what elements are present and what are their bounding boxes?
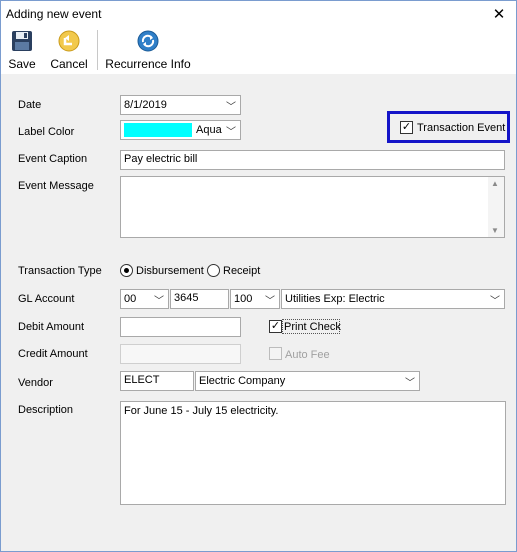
scroll-down-icon[interactable]: ▼ <box>491 226 499 235</box>
disbursement-radio[interactable] <box>120 264 133 277</box>
debit-amount-label: Debit Amount <box>18 321 85 333</box>
gl-account-label: GL Account <box>18 293 75 305</box>
event-caption-input[interactable]: Pay electric bill <box>120 150 505 170</box>
date-label: Date <box>18 99 42 111</box>
label-color-select[interactable]: Aqua ﹀ <box>120 120 241 140</box>
chevron-down-icon: ﹀ <box>226 127 236 138</box>
color-swatch <box>124 123 192 137</box>
close-button[interactable]: ✕ <box>482 1 516 28</box>
receipt-radio[interactable] <box>207 264 220 277</box>
disbursement-label: Disbursement <box>136 265 204 277</box>
print-check-checkbox[interactable]: ✓ <box>269 320 282 333</box>
event-message-textarea[interactable]: ▲ ▼ <box>120 176 505 238</box>
gl-fund-value: 00 <box>124 293 137 305</box>
gl-dept-select[interactable]: 100 ﹀ <box>230 289 280 309</box>
gl-account-number-input[interactable]: 3645 <box>170 289 229 309</box>
recurrence-info-label: Recurrence Info <box>105 57 191 71</box>
chevron-down-icon: ﹀ <box>405 378 415 389</box>
recurrence-info-button[interactable]: Recurrence Info <box>105 30 191 72</box>
date-value: 8/1/2019 <box>124 99 167 111</box>
cancel-button[interactable]: Cancel <box>47 30 91 72</box>
scroll-up-icon[interactable]: ▲ <box>491 179 499 188</box>
floppy-disk-icon <box>12 31 32 51</box>
vendor-name-value: Electric Company <box>199 375 286 387</box>
save-label: Save <box>8 57 36 71</box>
debit-amount-input[interactable] <box>120 317 241 337</box>
gl-account-desc-select[interactable]: Utilities Exp: Electric ﹀ <box>281 289 505 309</box>
label-color-value: Aqua <box>196 124 222 136</box>
title-bar: Adding new event ✕ <box>1 1 516 28</box>
auto-fee-label: Auto Fee <box>285 349 330 361</box>
event-message-scrollbar[interactable]: ▲ ▼ <box>488 177 504 237</box>
save-button[interactable]: Save <box>5 30 39 72</box>
transaction-type-label: Transaction Type <box>18 265 102 277</box>
chevron-down-icon: ﹀ <box>226 102 236 113</box>
credit-amount-input[interactable] <box>120 344 241 364</box>
vendor-label: Vendor <box>18 377 53 389</box>
receipt-label: Receipt <box>223 265 261 277</box>
credit-amount-label: Credit Amount <box>18 348 88 360</box>
gl-fund-select[interactable]: 00 ﹀ <box>120 289 169 309</box>
chevron-down-icon: ﹀ <box>154 296 164 307</box>
gl-account-desc-value: Utilities Exp: Electric <box>285 293 385 305</box>
event-form: Date 8/1/2019 ﹀ Label Color Aqua ﹀ ✓ Tra… <box>1 74 516 551</box>
adding-new-event-dialog: Adding new event ✕ Save Cancel Recurrenc… <box>0 0 517 552</box>
transaction-event-checkbox[interactable]: ✓ <box>400 121 413 134</box>
cancel-label: Cancel <box>50 57 88 71</box>
gl-dept-value: 100 <box>234 293 253 305</box>
transaction-event-highlight: ✓ Transaction Event <box>387 111 510 143</box>
vendor-code-input[interactable]: ELECT <box>120 371 194 391</box>
toolbar-separator <box>97 30 98 70</box>
cancel-icon <box>58 30 80 52</box>
label-color-label: Label Color <box>18 126 75 138</box>
toolbar: Save Cancel Recurrence Info <box>1 28 516 74</box>
description-textarea[interactable]: For June 15 - July 15 electricity. <box>120 401 506 505</box>
radio-selected-dot <box>124 268 129 273</box>
description-label: Description <box>18 404 74 416</box>
auto-fee-checkbox[interactable] <box>269 347 282 360</box>
event-message-label: Event Message <box>18 180 94 192</box>
vendor-name-select[interactable]: Electric Company ﹀ <box>195 371 420 391</box>
print-check-label: Print Check <box>284 321 341 333</box>
transaction-event-label: Transaction Event <box>417 122 506 134</box>
description-value: For June 15 - July 15 electricity. <box>124 405 279 417</box>
window-title: Adding new event <box>6 7 102 21</box>
event-caption-label: Event Caption <box>18 153 88 165</box>
chevron-down-icon: ﹀ <box>265 296 275 307</box>
chevron-down-icon: ﹀ <box>490 296 500 307</box>
recurrence-icon <box>137 30 159 52</box>
date-picker[interactable]: 8/1/2019 ﹀ <box>120 95 241 115</box>
